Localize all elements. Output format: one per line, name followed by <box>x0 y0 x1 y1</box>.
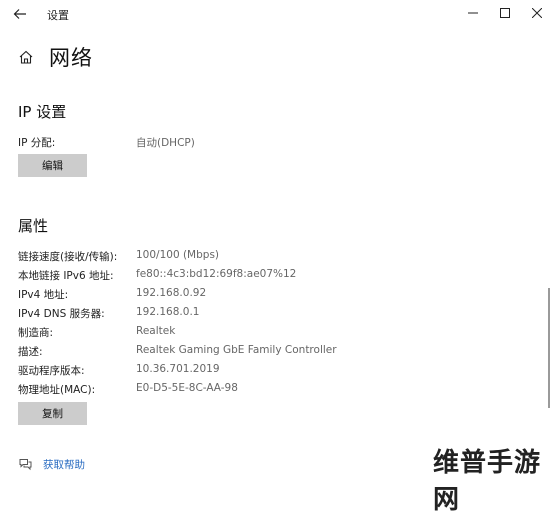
maximize-icon[interactable] <box>488 0 522 26</box>
scrollbar-thumb[interactable] <box>548 288 550 408</box>
property-label: 制造商: <box>18 327 54 339</box>
ip-assignment-value: 自动(DHCP) <box>136 137 195 149</box>
home-icon[interactable] <box>18 49 34 65</box>
watermark: 维普手游网 <box>433 448 542 515</box>
property-label: 驱动程序版本: <box>18 365 85 377</box>
ip-settings-heading: IP 设置 <box>18 103 67 121</box>
copy-button[interactable]: 复制 <box>18 402 87 425</box>
property-value: Realtek Gaming GbE Family Controller <box>136 344 337 356</box>
property-label: IPv4 DNS 服务器: <box>18 308 105 320</box>
close-icon[interactable] <box>520 0 554 26</box>
property-label: IPv4 地址: <box>18 289 69 301</box>
property-label: 链接速度(接收/传输): <box>18 251 118 263</box>
property-label: 描述: <box>18 346 43 358</box>
property-value: 10.36.701.2019 <box>136 363 220 375</box>
edit-button[interactable]: 编辑 <box>18 154 87 177</box>
help-link-label[interactable]: 获取帮助 <box>43 457 85 472</box>
property-value: 100/100 (Mbps) <box>136 249 220 261</box>
page-title: 网络 <box>49 46 93 70</box>
property-value: 192.168.0.1 <box>136 306 200 318</box>
property-label: 本地链接 IPv6 地址: <box>18 270 114 282</box>
window-title: 设置 <box>47 9 69 22</box>
property-value: Realtek <box>136 325 176 337</box>
properties-heading: 属性 <box>18 217 49 235</box>
page-header: 网络 <box>18 44 93 70</box>
title-bar: 设置 <box>0 0 556 28</box>
property-label: 物理地址(MAC): <box>18 384 96 396</box>
back-arrow-icon[interactable] <box>10 4 30 24</box>
get-help-link[interactable]: 获取帮助 <box>18 457 85 472</box>
property-value: E0-D5-5E-8C-AA-98 <box>136 382 238 394</box>
help-chat-icon <box>18 457 33 472</box>
property-value: 192.168.0.92 <box>136 287 207 299</box>
minimize-icon[interactable] <box>456 0 490 26</box>
property-value: fe80::4c3:bd12:69f8:ae07%12 <box>136 268 297 280</box>
ip-assignment-label: IP 分配: <box>18 137 56 149</box>
